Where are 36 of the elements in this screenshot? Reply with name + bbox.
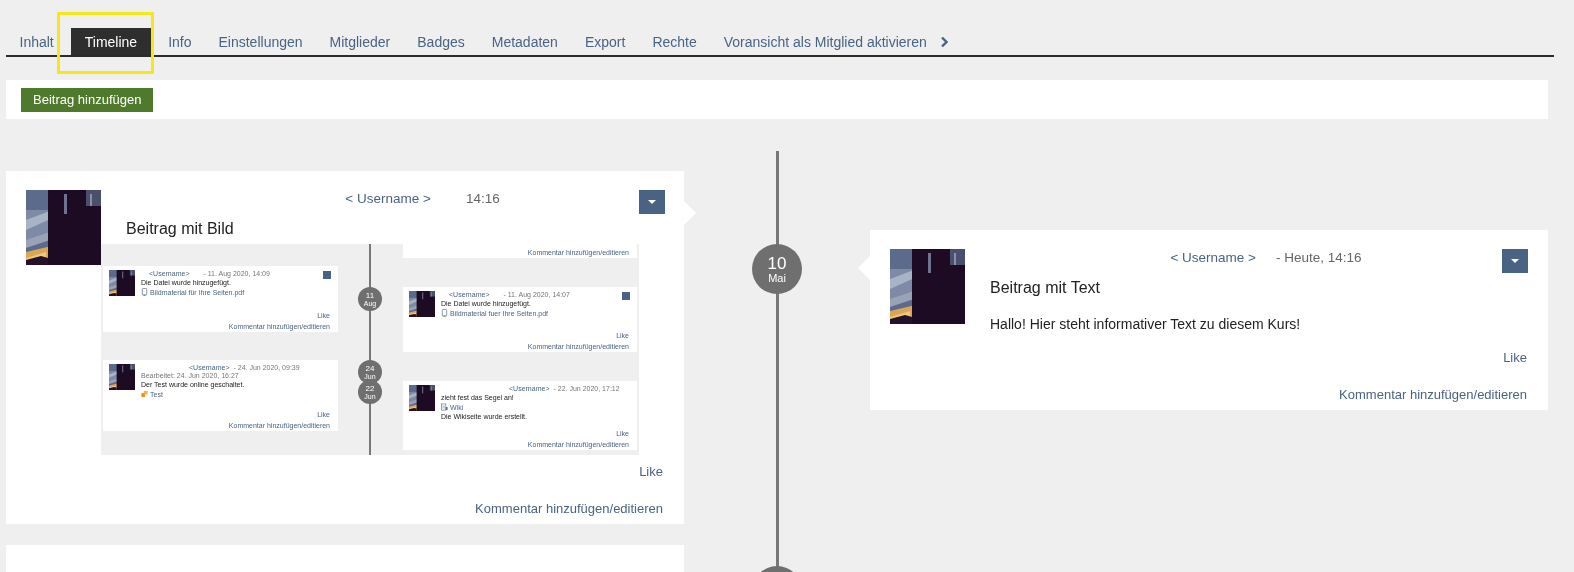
date-month: Mai (768, 271, 786, 284)
tab[interactable]: Inhalt (6, 28, 68, 55)
puzzle-icon (141, 390, 148, 398)
dropdown-button[interactable] (1502, 249, 1528, 273)
like-link[interactable]: Like (639, 464, 663, 479)
tab[interactable]: Export (571, 28, 639, 55)
dropdown-button[interactable] (639, 190, 665, 214)
date-day: 10 (767, 254, 787, 272)
tab[interactable]: Einstellungen (205, 28, 317, 55)
like-link[interactable]: Like (1503, 350, 1527, 365)
username-link[interactable]: < Username > (1170, 250, 1256, 270)
post-text: Hallo! Hier steht informativer Text zu diesem Kurs! (990, 316, 1302, 332)
caret-icon (647, 199, 657, 205)
comment-link[interactable]: Kommentar hinzufügen/editieren (475, 501, 663, 516)
post-title: Beitrag mit Text (990, 279, 1101, 297)
tab[interactable]: Timeline (71, 28, 151, 55)
date-day: 24 (365, 364, 375, 373)
chevron-right-icon[interactable] (940, 36, 949, 48)
tab[interactable]: Rechte (638, 28, 711, 55)
tab[interactable]: Info (154, 28, 205, 55)
username-link[interactable]: < Username > (345, 191, 431, 211)
post-time: 14:16 (465, 191, 500, 208)
caret-icon (1510, 258, 1520, 264)
file-icon (141, 288, 148, 296)
date-day: 22 (365, 384, 375, 393)
tab[interactable]: Mitglieder (316, 28, 404, 55)
post-title: Beitrag mit Bild (126, 220, 235, 238)
document-icon (441, 403, 448, 411)
file-icon (441, 309, 448, 317)
date-day: 11 (365, 291, 375, 300)
tab[interactable]: Badges (403, 28, 479, 55)
comment-link[interactable]: Kommentar hinzufügen/editieren (1339, 387, 1527, 402)
tab[interactable]: Metadaten (478, 28, 572, 55)
post-time: - Heute, 14:16 (1276, 250, 1362, 267)
tab[interactable]: Voransicht als Mitglied aktivieren (710, 28, 941, 55)
add-post-button[interactable]: Beitrag hinzufügen (21, 87, 154, 112)
